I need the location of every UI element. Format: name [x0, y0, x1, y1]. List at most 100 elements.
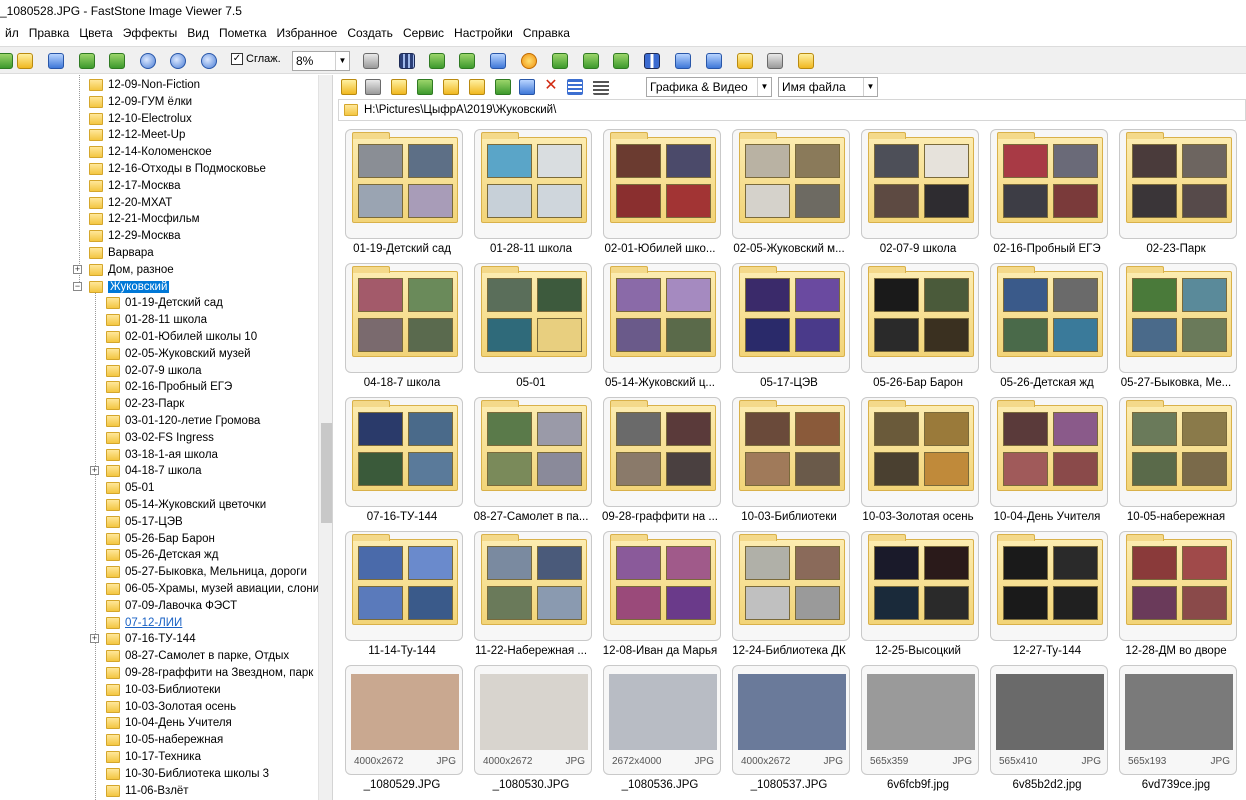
- sort-select[interactable]: Имя файла ▼: [778, 77, 878, 97]
- menu-item[interactable]: Правка: [24, 22, 75, 44]
- tree-item[interactable]: 10-30-Библиотека школы 3: [106, 765, 269, 782]
- image-thumbnail[interactable]: 4000x2672 JPG _1080529.JPG: [338, 659, 466, 793]
- save-icon[interactable]: [45, 50, 67, 72]
- folder-thumbnail[interactable]: 05-26-Детская жд: [983, 257, 1111, 391]
- menu-item[interactable]: йл: [0, 22, 24, 44]
- folder-thumbnail[interactable]: 07-16-ТУ-144: [338, 391, 466, 525]
- folder-thumbnail[interactable]: 05-17-ЦЭВ: [725, 257, 853, 391]
- image-thumbnail[interactable]: 2672x4000 JPG _1080536.JPG: [596, 659, 724, 793]
- smooth-toggle[interactable]: ✓ Сглаж.: [231, 53, 281, 65]
- rotate-right-icon[interactable]: [610, 50, 632, 72]
- tree-item[interactable]: 01-19-Детский сад: [106, 294, 223, 311]
- zoom-in-icon[interactable]: [137, 50, 159, 72]
- tree-item[interactable]: 03-01-120-летие Громова: [106, 412, 260, 429]
- tree-item[interactable]: 09-28-граффити на Звездном, парк: [106, 664, 313, 681]
- tree-item[interactable]: 12-21-Мосфильм: [89, 210, 200, 227]
- tree-item[interactable]: 07-16-ТУ-144: [106, 630, 196, 647]
- folder-thumbnail[interactable]: 10-04-День Учителя: [983, 391, 1111, 525]
- folder-thumbnail[interactable]: 10-03-Библиотеки: [725, 391, 853, 525]
- image-thumbnail[interactable]: 4000x2672 JPG _1080530.JPG: [467, 659, 595, 793]
- smooth-checkbox[interactable]: ✓: [231, 53, 243, 65]
- chevron-down-icon[interactable]: ▼: [863, 78, 877, 96]
- folder-thumbnail[interactable]: 02-16-Пробный ЕГЭ: [983, 123, 1111, 257]
- tree-item[interactable]: 08-27-Самолет в парке, Отдых: [106, 647, 289, 664]
- tree-item[interactable]: 02-16-Пробный ЕГЭ: [106, 378, 232, 395]
- tree-item[interactable]: 12-17-Москва: [89, 177, 181, 194]
- folder-thumbnail[interactable]: 05-27-Быковка, Ме...: [1112, 257, 1240, 391]
- expand-icon[interactable]: +: [90, 466, 99, 475]
- tree-item[interactable]: Дом, разное: [89, 261, 174, 278]
- resize-icon[interactable]: [672, 50, 694, 72]
- tree-item[interactable]: 05-26-Детская жд: [106, 546, 218, 563]
- tree-item[interactable]: 07-09-Лавочка ФЭСТ: [106, 597, 237, 614]
- collapse-icon[interactable]: −: [73, 282, 82, 291]
- export-icon[interactable]: [426, 50, 448, 72]
- tree-item[interactable]: Жуковский: [89, 278, 170, 295]
- menu-item[interactable]: Сервис: [398, 22, 449, 44]
- tree-item[interactable]: 05-27-Быковка, Мельница, дороги: [106, 563, 307, 580]
- rotate-left-icon[interactable]: [580, 50, 602, 72]
- tree-item[interactable]: 03-02-FS Ingress: [106, 429, 214, 446]
- folder-thumbnail[interactable]: 12-28-ДМ во дворе: [1112, 525, 1240, 659]
- folder-thumbnail[interactable]: 12-24-Библиотека ДК: [725, 525, 853, 659]
- back-arrow-icon[interactable]: [340, 78, 358, 96]
- filter-select[interactable]: Графика & Видео ▼: [646, 77, 772, 97]
- tree-item[interactable]: 01-28-11 школа: [106, 311, 207, 328]
- thumbnail-view-icon[interactable]: [566, 78, 584, 96]
- menu-item[interactable]: Эффекты: [118, 22, 183, 44]
- zoom-out-icon[interactable]: [167, 50, 189, 72]
- expand-icon[interactable]: +: [73, 265, 82, 274]
- settings-icon[interactable]: [795, 50, 817, 72]
- tree-item[interactable]: 02-07-9 школа: [106, 362, 201, 379]
- folder-thumbnail[interactable]: 12-08-Иван да Марья: [596, 525, 724, 659]
- tree-item[interactable]: 12-09-ГУМ ёлки: [89, 93, 192, 110]
- folder-thumbnail[interactable]: 05-26-Бар Барон: [854, 257, 982, 391]
- chevron-down-icon[interactable]: ▼: [335, 52, 349, 70]
- menu-item[interactable]: Настройки: [449, 22, 518, 44]
- tree-scroll-thumb[interactable]: [321, 423, 332, 523]
- tree-item[interactable]: 04-18-7 школа: [106, 462, 201, 479]
- user-icon[interactable]: [549, 50, 571, 72]
- menu-item[interactable]: Пометка: [214, 22, 272, 44]
- tree-item[interactable]: 03-18-1-ая школа: [106, 446, 218, 463]
- folder-thumbnail[interactable]: 12-27-Ту-144: [983, 525, 1111, 659]
- menu-item[interactable]: Цвета: [74, 22, 117, 44]
- slideshow-icon[interactable]: [396, 50, 418, 72]
- new-folder-icon[interactable]: [468, 78, 486, 96]
- tree-item[interactable]: 05-01: [106, 479, 154, 496]
- image-thumbnail[interactable]: 565x410 JPG 6v85b2d2.jpg: [983, 659, 1111, 793]
- tree-item[interactable]: 06-05-Храмы, музей авиации, слоники: [106, 580, 331, 597]
- path-bar[interactable]: H:\Pictures\ЦыфрА\2019\Жуковский\: [338, 99, 1246, 121]
- up-folder-icon[interactable]: [390, 78, 408, 96]
- delete-icon[interactable]: ✕: [542, 78, 560, 96]
- folder-thumbnail[interactable]: 02-07-9 школа: [854, 123, 982, 257]
- folder-thumbnail[interactable]: 05-14-Жуковский ц...: [596, 257, 724, 391]
- tree-item[interactable]: 07-12-ЛИИ: [106, 614, 182, 631]
- folder-thumbnail[interactable]: 01-28-11 школа: [467, 123, 595, 257]
- forward-arrow-icon[interactable]: [364, 78, 382, 96]
- tree-item[interactable]: 12-16-Отходы в Подмосковье: [89, 160, 266, 177]
- tree-item[interactable]: 11-06-Взлёт: [106, 782, 189, 799]
- hand-tool-icon[interactable]: [360, 50, 382, 72]
- image-thumbnail[interactable]: 565x359 JPG 6v6fcb9f.jpg: [854, 659, 982, 793]
- folder-tree[interactable]: 12-09-Non-Fiction 12-09-ГУМ ёлки 12-10-Ele…: [0, 75, 333, 800]
- tree-item[interactable]: 02-01-Юбилей школы 10: [106, 328, 257, 345]
- folder-thumbnail[interactable]: 09-28-граффити на ...: [596, 391, 724, 525]
- path-text[interactable]: H:\Pictures\ЦыфрА\2019\Жуковский\: [364, 104, 556, 116]
- actual-size-icon[interactable]: [198, 50, 220, 72]
- draw-icon[interactable]: [703, 50, 725, 72]
- favorites-icon[interactable]: [442, 78, 460, 96]
- expand-icon[interactable]: +: [90, 634, 99, 643]
- zoom-select[interactable]: 8% ▼: [292, 51, 350, 71]
- menu-item[interactable]: Вид: [182, 22, 214, 44]
- effects-icon[interactable]: [518, 50, 540, 72]
- menu-item[interactable]: Справка: [518, 22, 575, 44]
- menu-item[interactable]: Создать: [342, 22, 398, 44]
- tree-item[interactable]: 05-17-ЦЭВ: [106, 513, 183, 530]
- tree-item[interactable]: 12-14-Коломенское: [89, 143, 212, 160]
- open-file-icon[interactable]: [14, 50, 36, 72]
- compare-icon[interactable]: [641, 50, 663, 72]
- select-all-icon[interactable]: [592, 78, 610, 96]
- tree-item[interactable]: 12-20-МХАТ: [89, 194, 172, 211]
- tree-item[interactable]: 10-04-День Учителя: [106, 714, 232, 731]
